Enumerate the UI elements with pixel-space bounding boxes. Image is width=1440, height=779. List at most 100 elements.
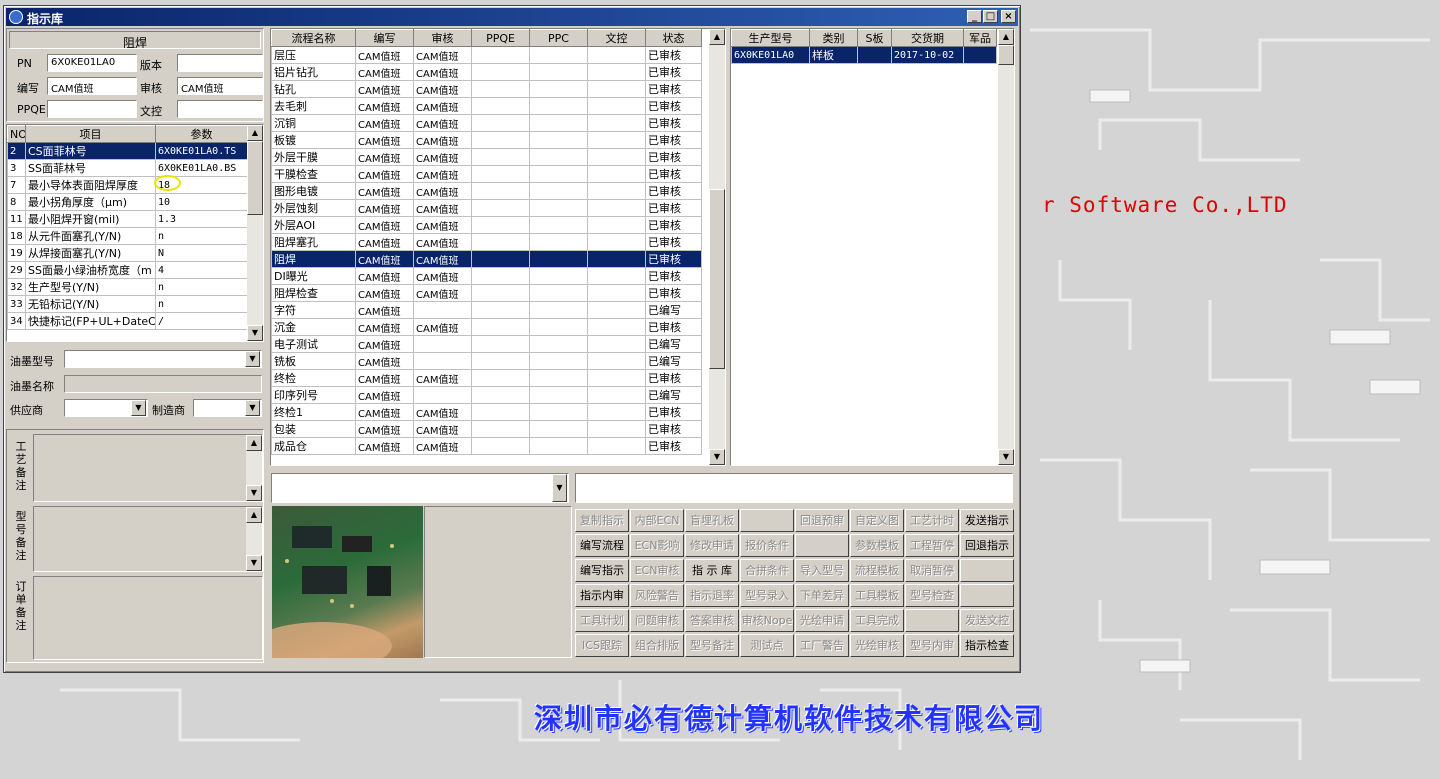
flow-cell-ppc[interactable]: [529, 165, 588, 183]
flow-cell-status[interactable]: 已编写: [645, 352, 702, 370]
flow-cell-name[interactable]: DI曝光: [271, 267, 356, 285]
flow-cell-doc[interactable]: [587, 403, 646, 421]
flow-cell-doc[interactable]: [587, 182, 646, 200]
parameter-row[interactable]: 33 无铅标记(Y/N) n: [7, 295, 248, 313]
function-button[interactable]: 型号检查: [905, 584, 959, 607]
ink-type-select[interactable]: ▼: [64, 350, 262, 368]
pn-field[interactable]: 6X0KE01LA0: [47, 54, 137, 72]
flow-cell-name[interactable]: 层压: [271, 46, 356, 64]
col-header-doc-control[interactable]: 文控: [587, 29, 646, 47]
production-cell-type[interactable]: 样板: [809, 46, 858, 64]
flow-row[interactable]: 阻焊检查 CAM值班 CAM值班 已审核: [271, 284, 702, 302]
parameter-row[interactable]: 19 从焊接面塞孔(Y/N) N: [7, 244, 248, 262]
scroll-down-icon[interactable]: ▼: [246, 485, 262, 501]
flow-cell-review[interactable]: CAM值班: [413, 148, 472, 166]
parameter-row[interactable]: 34 快捷标记(FP+UL+DateCo /: [7, 312, 248, 330]
param-no[interactable]: 2: [7, 142, 26, 160]
flow-row[interactable]: 外层AOI CAM值班 CAM值班 已审核: [271, 216, 702, 234]
flow-cell-doc[interactable]: [587, 437, 646, 455]
flow-cell-ppqe[interactable]: [471, 233, 530, 251]
param-item[interactable]: 最小导体表面阻焊厚度: [25, 176, 156, 194]
param-value[interactable]: 4: [155, 261, 248, 279]
flow-cell-write[interactable]: CAM值班: [355, 114, 414, 132]
flow-cell-write[interactable]: CAM值班: [355, 148, 414, 166]
flow-row[interactable]: 印序列号 CAM值班 已编写: [271, 386, 702, 404]
flow-cell-ppqe[interactable]: [471, 284, 530, 302]
flow-cell-ppqe[interactable]: [471, 369, 530, 387]
flow-select[interactable]: ▼: [271, 473, 569, 503]
parameter-row[interactable]: 3 SS面菲林号 6X0KE01LA0.BS: [7, 159, 248, 177]
param-item[interactable]: 从焊接面塞孔(Y/N): [25, 244, 156, 262]
function-button[interactable]: ECN影响: [630, 534, 684, 557]
function-button[interactable]: 参数模板: [850, 534, 904, 557]
production-row[interactable]: 6X0KE01LA0 样板 2017-10-02: [731, 46, 997, 64]
function-button[interactable]: 指示检查: [960, 634, 1014, 657]
col-header-ppqe[interactable]: PPQE: [471, 29, 530, 47]
flow-cell-review[interactable]: CAM值班: [413, 369, 472, 387]
flow-cell-status[interactable]: 已编写: [645, 386, 702, 404]
flow-row[interactable]: 层压 CAM值班 CAM值班 已审核: [271, 46, 702, 64]
flow-cell-status[interactable]: 已审核: [645, 318, 702, 336]
param-value[interactable]: /: [155, 312, 248, 330]
scroll-up-icon[interactable]: ▲: [246, 435, 262, 451]
function-button[interactable]: 报价条件: [740, 534, 794, 557]
flow-cell-ppc[interactable]: [529, 301, 588, 319]
flow-cell-status[interactable]: 已审核: [645, 148, 702, 166]
flow-row[interactable]: 阻焊塞孔 CAM值班 CAM值班 已审核: [271, 233, 702, 251]
flow-cell-review[interactable]: CAM值班: [413, 216, 472, 234]
flow-cell-ppc[interactable]: [529, 250, 588, 268]
flow-cell-ppqe[interactable]: [471, 420, 530, 438]
flow-row[interactable]: 干膜检查 CAM值班 CAM值班 已审核: [271, 165, 702, 183]
flow-cell-write[interactable]: CAM值班: [355, 233, 414, 251]
flow-cell-ppqe[interactable]: [471, 403, 530, 421]
function-button[interactable]: [740, 509, 794, 532]
flow-cell-doc[interactable]: [587, 301, 646, 319]
function-button[interactable]: 工具完成: [850, 609, 904, 632]
flow-cell-name[interactable]: 阻焊: [271, 250, 356, 268]
flow-cell-doc[interactable]: [587, 267, 646, 285]
function-button[interactable]: 型号备注: [685, 634, 739, 657]
flow-cell-doc[interactable]: [587, 420, 646, 438]
flow-cell-ppc[interactable]: [529, 437, 588, 455]
flow-cell-ppc[interactable]: [529, 199, 588, 217]
flow-cell-write[interactable]: CAM值班: [355, 216, 414, 234]
write-field[interactable]: CAM值班: [47, 77, 137, 95]
flow-row[interactable]: 成品仓 CAM值班 CAM值班 已审核: [271, 437, 702, 455]
flow-row[interactable]: 沉金 CAM值班 CAM值班 已审核: [271, 318, 702, 336]
flow-cell-ppqe[interactable]: [471, 182, 530, 200]
maker-select[interactable]: ▼: [193, 399, 262, 417]
flow-cell-write[interactable]: CAM值班: [355, 403, 414, 421]
col-header-status[interactable]: 状态: [645, 29, 702, 47]
flow-cell-ppc[interactable]: [529, 386, 588, 404]
minimize-icon[interactable]: _: [967, 10, 982, 23]
function-button[interactable]: 内部ECN: [630, 509, 684, 532]
flow-cell-ppc[interactable]: [529, 63, 588, 81]
flow-cell-ppqe[interactable]: [471, 250, 530, 268]
flow-cell-status[interactable]: 已审核: [645, 97, 702, 115]
flow-cell-write[interactable]: CAM值班: [355, 267, 414, 285]
model-note-scrollbar[interactable]: ▲ ▼: [246, 507, 262, 571]
flow-cell-review[interactable]: CAM值班: [413, 165, 472, 183]
flow-cell-review[interactable]: CAM值班: [413, 114, 472, 132]
flow-cell-review[interactable]: CAM值班: [413, 97, 472, 115]
function-button[interactable]: 审核Nope: [740, 609, 794, 632]
flow-cell-ppqe[interactable]: [471, 386, 530, 404]
param-item[interactable]: 从元件面塞孔(Y/N): [25, 227, 156, 245]
scroll-thumb[interactable]: [998, 45, 1014, 65]
flow-row[interactable]: 沉铜 CAM值班 CAM值班 已审核: [271, 114, 702, 132]
function-button[interactable]: 编写指示: [575, 559, 629, 582]
function-button[interactable]: 测试点: [740, 634, 794, 657]
parameter-row[interactable]: 8 最小拐角厚度（μm) 10: [7, 193, 248, 211]
flow-cell-doc[interactable]: [587, 335, 646, 353]
function-button[interactable]: ECN审核: [630, 559, 684, 582]
flow-cell-write[interactable]: CAM值班: [355, 318, 414, 336]
function-button[interactable]: [905, 609, 959, 632]
col-header-write[interactable]: 编写: [355, 29, 414, 47]
maximize-icon[interactable]: □: [983, 10, 998, 23]
flow-row[interactable]: 阻焊 CAM值班 CAM值班 已审核: [271, 250, 702, 268]
function-button[interactable]: 指示内审: [575, 584, 629, 607]
flow-cell-write[interactable]: CAM值班: [355, 250, 414, 268]
review-field[interactable]: CAM值班: [177, 77, 263, 95]
parameter-row[interactable]: 11 最小阻焊开窗(mil) 1.3: [7, 210, 248, 228]
col-header-item[interactable]: 项目: [25, 125, 156, 143]
